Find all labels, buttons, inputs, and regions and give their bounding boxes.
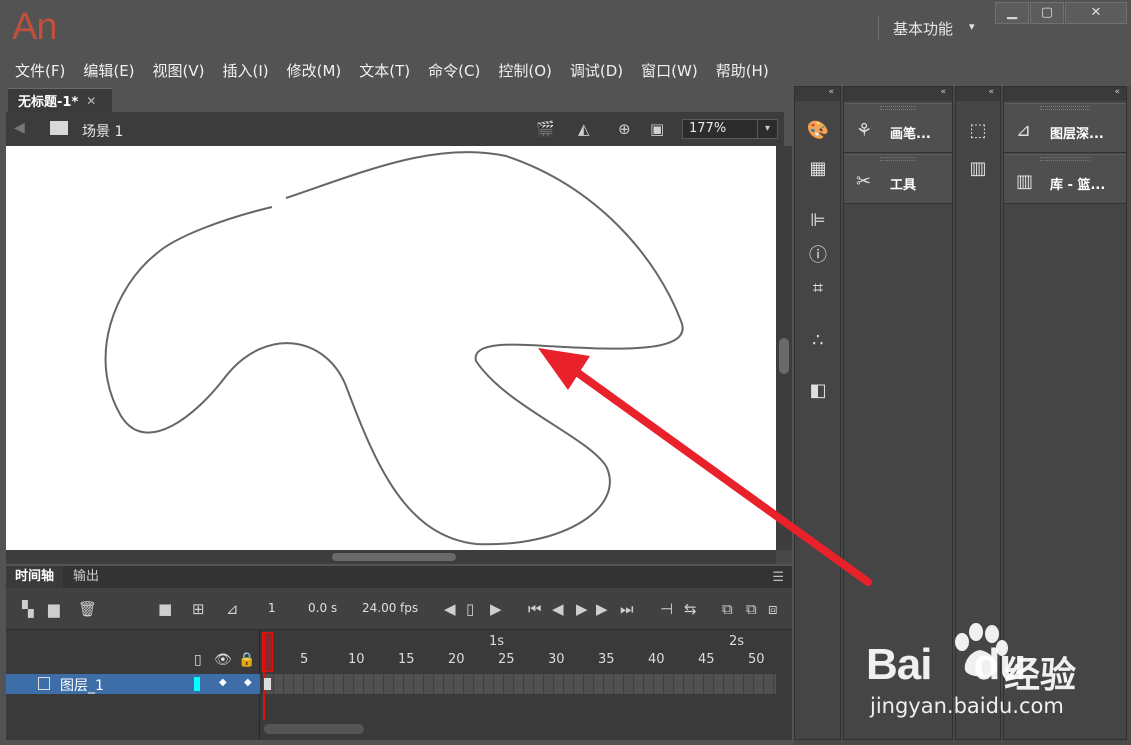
annotation-arrow-head [538, 348, 590, 390]
jingyan-label: 经验 [1004, 655, 1077, 696]
annotation-arrow-shaft [574, 369, 872, 586]
baidu-watermark: Bai du 经验 jingyan.baidu.com [862, 622, 1124, 732]
baidu-wordmark: Bai du [866, 640, 1026, 689]
watermark-url: jingyan.baidu.com [870, 694, 1064, 718]
